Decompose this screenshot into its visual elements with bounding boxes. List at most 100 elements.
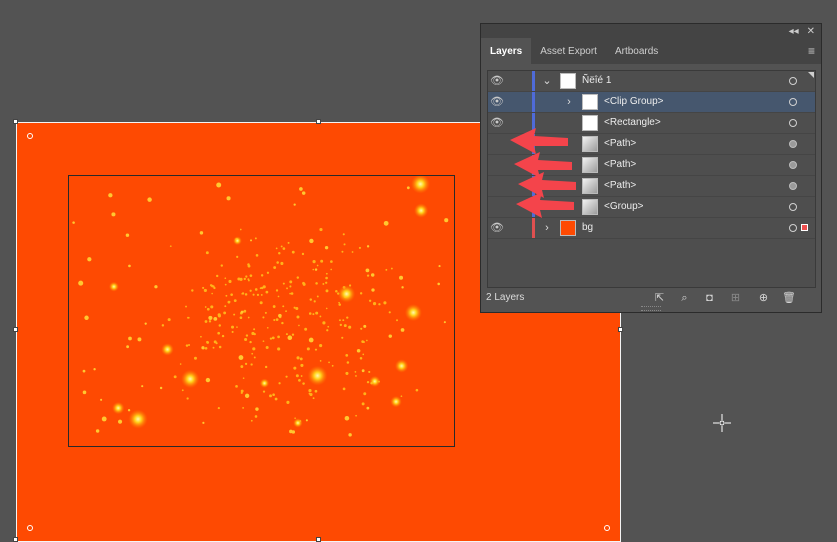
star-dot: [206, 340, 209, 344]
star-dot: [365, 268, 370, 273]
star-dot: [335, 290, 338, 293]
target-circle-icon[interactable]: [789, 224, 797, 232]
star-dot: [275, 289, 279, 292]
layer-name[interactable]: <Path>: [604, 138, 636, 149]
export-icon[interactable]: ⇱: [653, 292, 666, 305]
crosshair-cursor-icon: [713, 414, 731, 432]
star-dot: [128, 336, 132, 341]
star-dot: [226, 196, 231, 201]
star-dot: [265, 345, 269, 349]
new-sublayer-icon[interactable]: ⊞: [729, 292, 742, 305]
star-dot: [309, 298, 313, 301]
make-clipping-mask-icon[interactable]: ◘: [703, 292, 716, 305]
trash-icon[interactable]: 🗑: [782, 292, 796, 305]
panel-titlebar[interactable]: ◂◂ ✕: [481, 24, 821, 38]
target-circle-icon[interactable]: [789, 161, 797, 169]
star-dot: [272, 393, 275, 397]
visibility-eye-icon[interactable]: 👁: [490, 74, 504, 88]
tab-asset-export[interactable]: Asset Export: [531, 38, 606, 64]
star-dot: [309, 238, 314, 244]
star-dot: [275, 247, 278, 250]
close-icon[interactable]: ✕: [807, 26, 815, 37]
selection-handle-bottom-left[interactable]: [13, 537, 18, 542]
star-dot: [217, 406, 220, 410]
star-dot: [239, 316, 243, 320]
star-dot: [354, 370, 357, 373]
layer-row[interactable]: 👁 ⌄ Ñëîé 1: [488, 71, 815, 92]
star-dot: [312, 313, 315, 316]
star-dot: [275, 318, 279, 322]
visibility-eye-icon[interactable]: [490, 179, 504, 193]
corner-widget-bottom-left[interactable]: [27, 525, 33, 531]
target-circle-icon[interactable]: [789, 77, 797, 85]
visibility-eye-icon[interactable]: [490, 137, 504, 151]
star-dot: [250, 239, 253, 242]
star-dot: [260, 293, 263, 296]
new-layer-icon[interactable]: ⊕: [757, 292, 770, 305]
layer-name[interactable]: <Clip Group>: [604, 96, 663, 107]
layer-name[interactable]: <Path>: [604, 180, 636, 191]
star-dot: [343, 243, 346, 246]
resize-grip[interactable]: [641, 306, 661, 311]
layer-name[interactable]: <Group>: [604, 201, 643, 212]
star-dot: [273, 266, 277, 269]
visibility-eye-icon[interactable]: [490, 158, 504, 172]
star-dot: [216, 182, 222, 188]
panel-menu-icon[interactable]: ≡: [808, 45, 815, 57]
chevron-right-icon[interactable]: ›: [564, 95, 574, 109]
star-dot: [95, 429, 100, 433]
star-dot: [300, 375, 303, 377]
visibility-eye-icon[interactable]: [490, 200, 504, 214]
star-dot: [254, 288, 258, 291]
selection-handle-bottom-middle[interactable]: [316, 537, 321, 542]
star-particles: [72, 176, 449, 437]
locate-object-icon[interactable]: ⌕: [678, 292, 691, 305]
star-dot: [359, 292, 363, 295]
target-circle-icon[interactable]: [789, 203, 797, 211]
star-dot: [301, 252, 305, 256]
target-circle-icon[interactable]: [789, 98, 797, 106]
layer-name[interactable]: <Rectangle>: [604, 117, 661, 128]
tab-artboards[interactable]: Artboards: [606, 38, 667, 64]
selection-handle-middle-right[interactable]: [618, 327, 623, 332]
layer-name[interactable]: <Path>: [604, 159, 636, 170]
visibility-eye-icon[interactable]: 👁: [490, 95, 504, 109]
star-dot: [173, 375, 177, 379]
star-dot: [265, 290, 269, 294]
target-circle-icon[interactable]: [789, 182, 797, 190]
star-dot: [330, 268, 333, 271]
chevron-down-icon[interactable]: ⌄: [542, 74, 552, 88]
star-dot: [167, 318, 171, 322]
star-dot: [224, 283, 227, 286]
star-dot: [127, 409, 131, 412]
selection-indicator[interactable]: [801, 224, 808, 231]
collapse-icon[interactable]: ◂◂: [789, 26, 799, 37]
selection-handle-middle-left[interactable]: [13, 327, 18, 332]
star-dot: [324, 245, 329, 250]
star-dot: [254, 415, 258, 418]
layer-name[interactable]: Ñëîé 1: [582, 75, 611, 86]
star-dot: [361, 402, 365, 406]
corner-widget-top-left[interactable]: [27, 133, 33, 139]
star-dot: [341, 336, 344, 339]
star-dot: [181, 389, 184, 392]
visibility-eye-icon[interactable]: 👁: [490, 116, 504, 130]
selection-handle-top-middle[interactable]: [316, 119, 321, 124]
star-dot: [215, 342, 218, 345]
star-dot: [254, 237, 257, 240]
star-field-clip-group[interactable]: [68, 175, 455, 447]
corner-widget-bottom-right[interactable]: [604, 525, 610, 531]
layer-row[interactable]: 👁 › <Clip Group>: [488, 92, 815, 113]
star-dot: [126, 345, 130, 349]
star-dot: [362, 341, 365, 344]
tab-layers[interactable]: Layers: [481, 38, 532, 64]
target-circle-icon[interactable]: [789, 119, 797, 127]
star-dot: [278, 252, 281, 255]
star-dot: [225, 294, 228, 297]
star-dot: [305, 419, 308, 422]
selection-handle-top-left[interactable]: [13, 119, 18, 124]
star-dot: [326, 329, 329, 332]
target-circle-icon[interactable]: [789, 140, 797, 148]
star-dot: [282, 247, 286, 250]
visibility-eye-icon[interactable]: 👁: [490, 221, 504, 235]
